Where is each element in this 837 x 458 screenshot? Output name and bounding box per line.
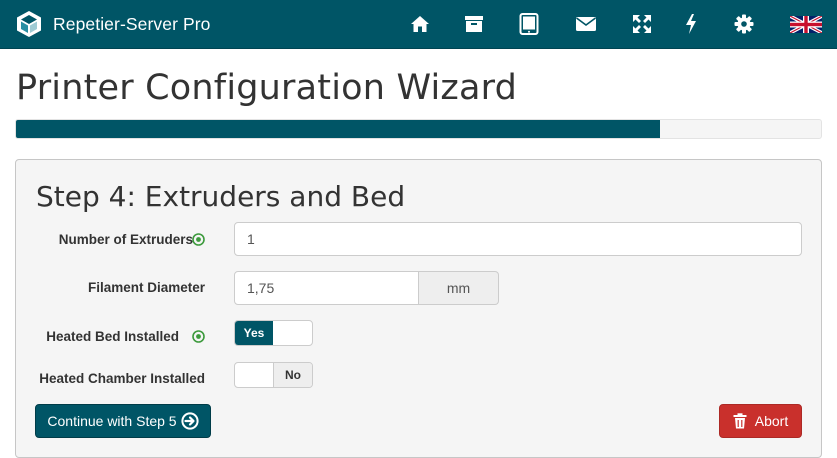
bolt-icon[interactable] bbox=[680, 13, 702, 35]
toggle-yes-label: Yes bbox=[235, 321, 273, 345]
trash-icon bbox=[733, 413, 747, 429]
page-title: Printer Configuration Wizard bbox=[16, 68, 518, 108]
filament-diameter-input[interactable]: 1,75 bbox=[234, 271, 419, 305]
envelope-icon[interactable] bbox=[575, 13, 597, 35]
app-name: Repetier-Server Pro bbox=[53, 13, 211, 34]
abort-button[interactable]: Abort bbox=[719, 404, 802, 438]
step-panel: Step 4: Extruders and Bed Number of Extr… bbox=[15, 159, 822, 458]
wizard-progress-fill bbox=[16, 120, 660, 138]
expand-icon[interactable] bbox=[631, 13, 653, 35]
wizard-progress-bar bbox=[15, 119, 822, 139]
arrow-circle-right-icon bbox=[180, 412, 199, 430]
filament-unit-addon: mm bbox=[419, 271, 499, 305]
continue-step-button[interactable]: Continue with Step 5 bbox=[35, 404, 211, 438]
extruders-label: Number of Extruders bbox=[58, 232, 193, 247]
archive-icon[interactable] bbox=[463, 13, 485, 35]
filament-label: Filament Diameter bbox=[87, 280, 205, 295]
help-icon[interactable] bbox=[192, 233, 205, 246]
step-title: Step 4: Extruders and Bed bbox=[36, 180, 406, 213]
home-icon[interactable] bbox=[409, 13, 431, 35]
gear-icon[interactable] bbox=[733, 13, 755, 35]
heated-chamber-label: Heated Chamber Installed bbox=[39, 371, 205, 386]
top-navbar: Repetier-Server Pro bbox=[0, 0, 837, 49]
toggle-no-label: No bbox=[273, 363, 312, 387]
heated-chamber-toggle[interactable]: No bbox=[234, 362, 313, 388]
heated-bed-label: Heated Bed Installed bbox=[46, 329, 179, 344]
uk-flag-icon[interactable] bbox=[790, 16, 822, 33]
repetier-logo-icon bbox=[17, 11, 41, 37]
heated-bed-toggle[interactable]: Yes bbox=[234, 320, 313, 346]
help-icon[interactable] bbox=[192, 330, 205, 343]
brand[interactable]: Repetier-Server Pro bbox=[16, 10, 211, 38]
continue-label: Continue with Step 5 bbox=[47, 413, 177, 429]
tablet-icon[interactable] bbox=[518, 13, 540, 35]
abort-label: Abort bbox=[754, 413, 789, 429]
extruders-input[interactable]: 1 bbox=[234, 222, 802, 256]
